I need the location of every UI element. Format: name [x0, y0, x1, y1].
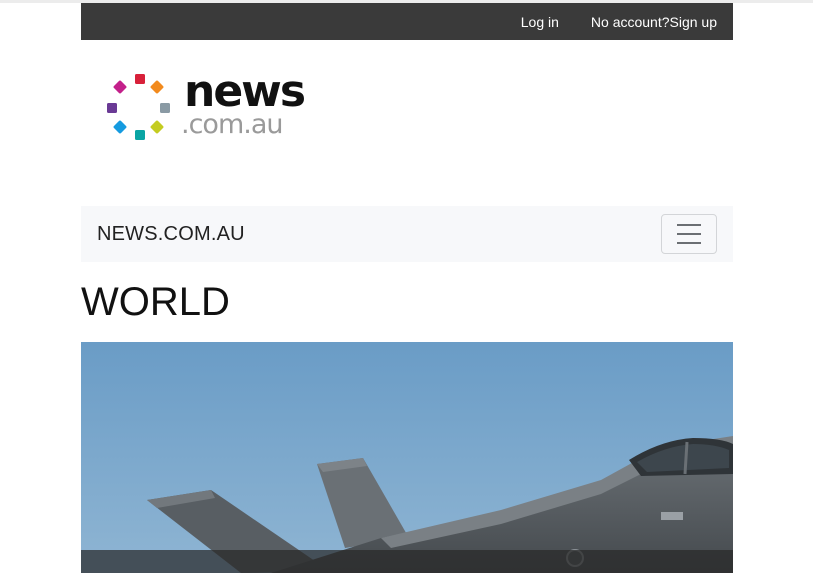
signup-link[interactable]: No account?Sign up	[591, 14, 717, 30]
account-bar: Log in No account?Sign up	[81, 3, 733, 40]
tail-number	[661, 512, 683, 520]
fighter-jet-image	[81, 342, 733, 573]
logo-dot-8	[113, 80, 127, 94]
navbar-brand[interactable]: NEWS.COM.AU	[97, 223, 245, 246]
login-link[interactable]: Log in	[521, 14, 559, 30]
logo-dot-5	[135, 130, 145, 140]
hamburger-icon-line-3	[677, 242, 701, 244]
logo-dot-4	[150, 120, 164, 134]
image-caption-bar	[81, 550, 733, 573]
hamburger-icon-line-2	[677, 233, 701, 235]
hamburger-icon-line-1	[677, 224, 701, 226]
logo-wordmark: news	[184, 66, 306, 117]
logo-dot-3	[160, 103, 170, 113]
hero-image[interactable]	[81, 342, 733, 573]
logo-dots-icon	[107, 74, 170, 140]
logo-dot-7	[107, 103, 117, 113]
section-title: WORLD	[81, 280, 230, 324]
logo-dot-2	[150, 80, 164, 94]
logo-dot-1	[135, 74, 145, 84]
canopy-frame	[683, 441, 689, 475]
menu-toggle-button[interactable]	[661, 214, 717, 254]
site-logo[interactable]: news .com.au	[104, 66, 314, 146]
main-navbar: NEWS.COM.AU	[81, 206, 733, 262]
logo-dot-6	[113, 120, 127, 134]
logo-domain: .com.au	[181, 109, 283, 140]
